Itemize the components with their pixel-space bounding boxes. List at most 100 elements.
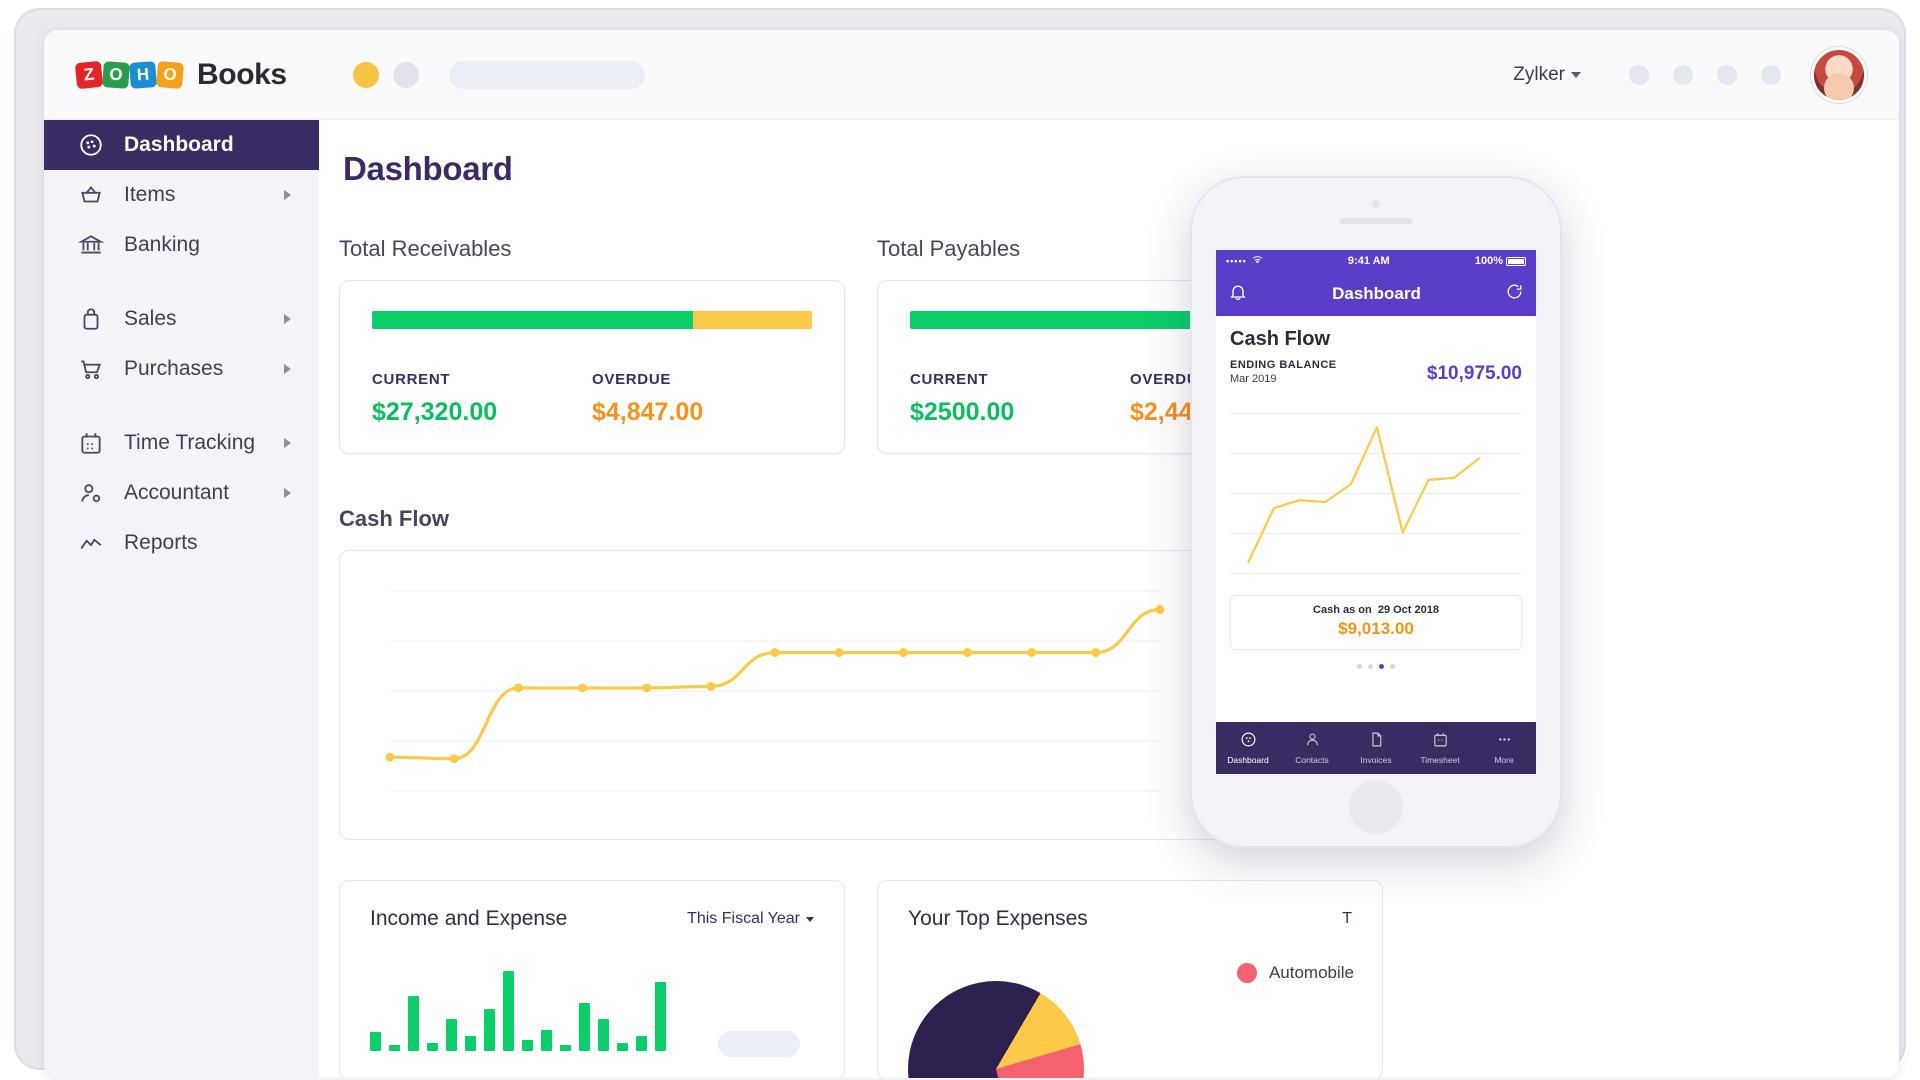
bar bbox=[465, 1036, 476, 1051]
kpi-label: CURRENT bbox=[910, 371, 989, 388]
header-icon-2[interactable] bbox=[1673, 64, 1693, 85]
pager-dot-active[interactable] bbox=[1379, 664, 1384, 669]
chevron-right-icon bbox=[284, 438, 291, 448]
battery-percent: 100% bbox=[1474, 255, 1503, 267]
sidebar-item-label: Purchases bbox=[124, 357, 224, 380]
sidebar-item-items[interactable]: Items bbox=[44, 170, 319, 220]
pager-dot[interactable] bbox=[1368, 664, 1373, 669]
logo-tile-z: Z bbox=[74, 60, 104, 89]
receivables-progress-bar bbox=[372, 311, 812, 329]
phone-tab-dashboard[interactable]: Dashboard bbox=[1216, 731, 1280, 765]
sidebar-item-label: Dashboard bbox=[124, 133, 234, 156]
sidebar-item-purchases[interactable]: Purchases bbox=[44, 344, 319, 394]
sidebar-item-accountant[interactable]: Accountant bbox=[44, 468, 319, 518]
phone-app-bar: Dashboard bbox=[1216, 272, 1536, 316]
cash-as-on-line: Cash as on 29 Oct 2018 bbox=[1231, 604, 1521, 616]
sidebar-item-sales[interactable]: Sales bbox=[44, 294, 319, 344]
screenshot-root: Z O H O Books Zylker Dashboard Items Ban… bbox=[0, 0, 1920, 1080]
ending-balance-label: ENDING BALANCE bbox=[1230, 359, 1337, 371]
phone-mockup: ••••• 9:41 AM 100% Dashboard Cash Flow E… bbox=[1190, 176, 1562, 848]
wifi-icon bbox=[1252, 255, 1263, 267]
laptop-frame: Z O H O Books Zylker Dashboard Items Ban… bbox=[14, 8, 1906, 1078]
tab-label: Dashboard bbox=[1227, 755, 1269, 765]
sidebar-item-banking[interactable]: Banking bbox=[44, 220, 319, 270]
zoho-logo-icon: Z O H O bbox=[74, 60, 185, 89]
document-icon bbox=[1344, 731, 1408, 753]
chevron-right-icon bbox=[284, 190, 291, 200]
phone-body: Cash Flow ENDING BALANCE Mar 2019 $10,97… bbox=[1216, 316, 1536, 669]
kpi-column-overdue: OVERDUE $4,847.00 bbox=[592, 371, 812, 427]
dashboard-icon bbox=[78, 132, 108, 158]
pager-dot[interactable] bbox=[1357, 664, 1362, 669]
cash-as-on-value: $9,013.00 bbox=[1338, 619, 1414, 638]
address-bar[interactable] bbox=[448, 60, 645, 89]
kpi-columns: CURRENT $27,320.00 OVERDUE $4,847.00 bbox=[372, 371, 812, 427]
sidebar-item-label: Reports bbox=[124, 531, 198, 554]
header-icon-4[interactable] bbox=[1761, 64, 1781, 85]
phone-tab-timesheet[interactable]: Timesheet bbox=[1408, 731, 1472, 765]
user-icon bbox=[1280, 731, 1344, 753]
kpi-value: $2500.00 bbox=[910, 398, 1015, 426]
sidebar-item-label: Accountant bbox=[124, 481, 230, 504]
legend-color-dot bbox=[1236, 963, 1257, 983]
sidebar-item-dashboard[interactable]: Dashboard bbox=[44, 120, 319, 170]
sidebar-item-label: Items bbox=[124, 183, 176, 206]
bar bbox=[617, 1042, 628, 1051]
app-logo[interactable]: Z O H O Books bbox=[74, 58, 287, 92]
phone-screen: ••••• 9:41 AM 100% Dashboard Cash Flow E… bbox=[1216, 250, 1536, 774]
phone-speaker bbox=[1339, 218, 1413, 224]
main-content: Dashboard Total Receivables CURRENT $27,… bbox=[319, 120, 1899, 1078]
sidebar-item-label: Banking bbox=[124, 233, 200, 256]
bar bbox=[408, 996, 419, 1051]
tab-label: Timesheet bbox=[1420, 755, 1460, 765]
period-selector[interactable]: This Fiscal Year bbox=[687, 910, 814, 928]
battery-icon bbox=[1506, 256, 1526, 266]
top-expenses-donut-chart bbox=[908, 981, 1084, 1078]
sidebar-gap-2 bbox=[44, 394, 319, 418]
sidebar-item-reports[interactable]: Reports bbox=[44, 518, 319, 568]
bar-segment-current bbox=[372, 311, 694, 329]
sidebar-item-time-tracking[interactable]: Time Tracking bbox=[44, 418, 319, 468]
period-label: This Fiscal Year bbox=[687, 910, 800, 927]
phone-home-button[interactable] bbox=[1349, 780, 1403, 834]
bar bbox=[446, 1019, 457, 1051]
phone-camera bbox=[1372, 200, 1380, 208]
chevron-right-icon bbox=[284, 314, 291, 324]
logo-tile-h: H bbox=[129, 60, 157, 89]
phone-tab-invoices[interactable]: Invoices bbox=[1344, 731, 1408, 765]
top-expenses-title: Your Top Expenses bbox=[908, 907, 1088, 930]
kpi-value: $27,320.00 bbox=[372, 398, 498, 426]
total-receivables-card: Total Receivables CURRENT $27,320.00 OVE… bbox=[339, 236, 845, 454]
top-expenses-header: Your Top Expenses T bbox=[908, 907, 1352, 931]
phone-status-bar: ••••• 9:41 AM 100% bbox=[1216, 250, 1536, 272]
chart-line-icon bbox=[78, 530, 108, 556]
basket-icon bbox=[78, 182, 108, 208]
phone-cash-flow-title: Cash Flow bbox=[1230, 328, 1331, 350]
chevron-down-icon[interactable] bbox=[1571, 71, 1581, 78]
topbar-right: Zylker bbox=[1513, 46, 1867, 103]
header-icon-3[interactable] bbox=[1717, 64, 1737, 85]
org-name[interactable]: Zylker bbox=[1513, 64, 1565, 86]
tab-label: More bbox=[1494, 755, 1514, 765]
bar-segment-overdue bbox=[693, 311, 812, 329]
phone-tab-bar: Dashboard Contacts Invoices Timesheet Mo… bbox=[1216, 722, 1536, 774]
refresh-icon[interactable] bbox=[1505, 282, 1524, 306]
avatar[interactable] bbox=[1811, 46, 1867, 103]
chart-toggle[interactable] bbox=[718, 1031, 800, 1057]
bell-icon[interactable] bbox=[1228, 282, 1248, 307]
kpi-label: OVERDUE bbox=[592, 371, 672, 388]
bar bbox=[655, 981, 666, 1051]
window-control-amber[interactable] bbox=[352, 61, 379, 88]
pager-dot[interactable] bbox=[1390, 664, 1395, 669]
phone-tab-more[interactable]: More bbox=[1472, 731, 1536, 765]
browser-topbar: Z O H O Books Zylker bbox=[44, 30, 1899, 120]
bag-icon bbox=[78, 306, 108, 332]
dashboard-icon bbox=[1216, 731, 1280, 753]
kpi-column-current: CURRENT $27,320.00 bbox=[372, 371, 592, 427]
header-icon-1[interactable] bbox=[1629, 64, 1649, 85]
window-control-grey[interactable] bbox=[392, 61, 419, 88]
phone-tab-contacts[interactable]: Contacts bbox=[1280, 731, 1344, 765]
period-selector[interactable]: T bbox=[1342, 910, 1352, 928]
ending-balance-month: Mar 2019 bbox=[1230, 373, 1277, 385]
phone-carousel-pager[interactable] bbox=[1230, 664, 1522, 669]
